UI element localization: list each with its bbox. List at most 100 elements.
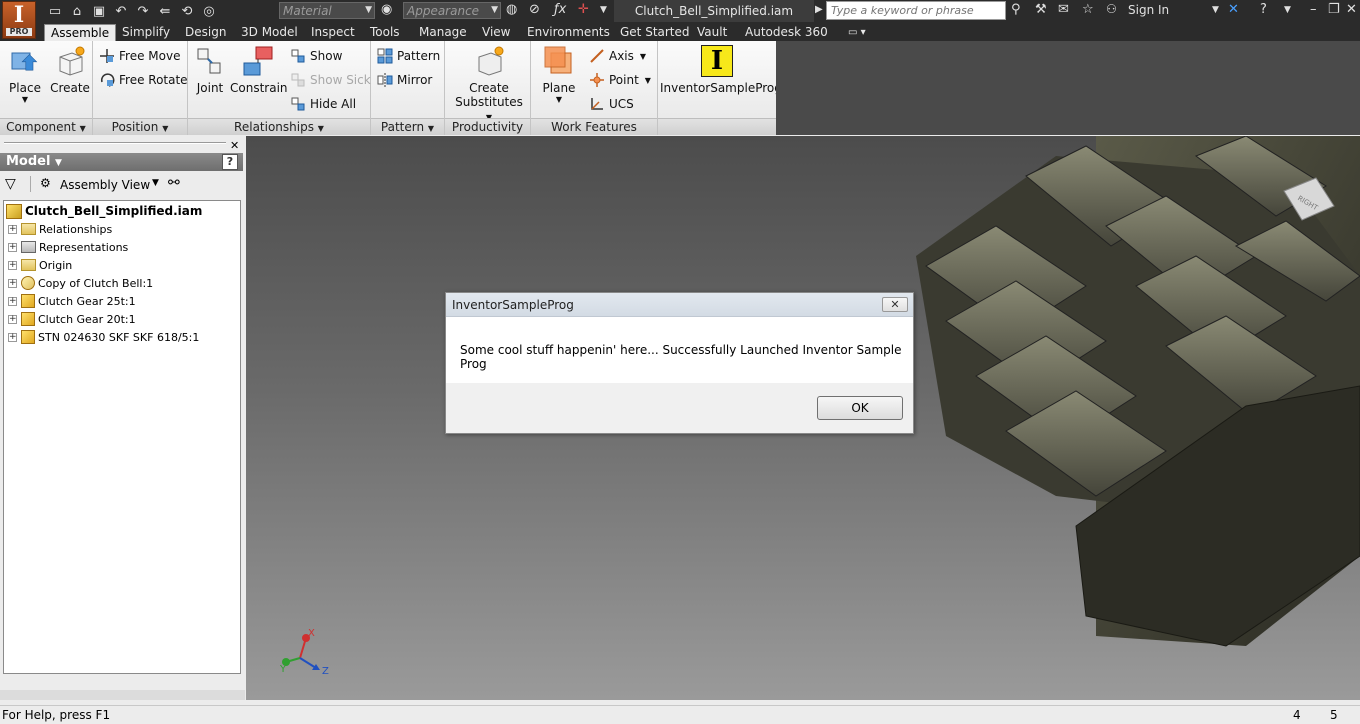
pattern-panel-title[interactable]: Pattern ▼ (371, 118, 444, 135)
parameters-fx-icon[interactable]: ƒx (554, 2, 566, 17)
save-icon[interactable]: ▣ (88, 2, 110, 20)
view-dropdown-icon[interactable]: ▼ (152, 178, 159, 188)
redo-icon[interactable]: ↷ (132, 2, 154, 20)
tab-view[interactable]: View (476, 24, 516, 41)
clear-appearance-icon[interactable]: ⊘ (529, 2, 540, 17)
constrain-button[interactable]: Constrain (230, 45, 288, 95)
productivity-panel-title[interactable]: Productivity (445, 118, 530, 135)
mirror-button[interactable]: Mirror (377, 71, 432, 89)
tab-simplify[interactable]: Simplify (116, 24, 176, 41)
axis-dropdown-icon: ▼ (639, 51, 647, 61)
tree-node-representations[interactable]: + Representations (8, 238, 128, 256)
binoculars-search-icon[interactable]: ⚲ (1011, 2, 1021, 17)
help-icon[interactable]: ? (1260, 2, 1267, 17)
axis-z-label: Z (322, 666, 329, 677)
tab-manage[interactable]: Manage (413, 24, 473, 41)
new-file-icon[interactable]: ▭ (44, 2, 66, 20)
point-button[interactable]: Point ▼ (589, 71, 651, 89)
ribbon: Place ▼ Create Component ▼ Free Move Fre… (0, 41, 782, 135)
browser-close-icon[interactable]: ✕ (230, 139, 239, 152)
browser-help-icon[interactable]: ? (222, 154, 238, 170)
tools-icon[interactable]: ⚒ (1035, 2, 1047, 17)
tab-environments[interactable]: Environments (521, 24, 616, 41)
ucs-button[interactable]: UCS (589, 95, 634, 113)
axis-button[interactable]: Axis ▼ (589, 47, 646, 65)
tree-node-relationships[interactable]: + Relationships (8, 220, 112, 238)
binoculars-find-icon[interactable]: ⚯ (168, 175, 180, 191)
create-label: Create (50, 81, 90, 95)
communication-icon[interactable]: ✉ (1058, 2, 1069, 17)
sign-in-dropdown-icon[interactable]: ▼ (1212, 5, 1219, 15)
tab-autodesk-360[interactable]: Autodesk 360 (739, 24, 834, 41)
joint-button[interactable]: Joint (192, 45, 228, 95)
tree-node-origin[interactable]: + Origin (8, 256, 72, 274)
tree-node-clutch-gear-20t[interactable]: + Clutch Gear 20t:1 (8, 310, 136, 328)
pattern-button[interactable]: Pattern (377, 47, 440, 65)
browser-grip[interactable] (4, 142, 226, 144)
expand-icon[interactable]: + (8, 278, 17, 288)
show-button[interactable]: Show (290, 47, 342, 65)
application-menu-button[interactable]: I PRO (2, 1, 36, 39)
expand-icon[interactable]: + (8, 314, 17, 324)
ok-button[interactable]: OK (817, 396, 903, 420)
component-panel-title-text: Component (6, 120, 76, 134)
close-window-icon[interactable]: ✕ (1346, 2, 1357, 17)
free-rotate-button[interactable]: Free Rotate (99, 71, 188, 89)
work-features-panel-title[interactable]: Work Features (531, 118, 657, 135)
help-search-input[interactable] (826, 1, 1006, 20)
place-button[interactable]: Place ▼ (6, 45, 44, 104)
update-icon[interactable]: ⟲ (176, 2, 198, 20)
filter-icon[interactable]: ▽ (5, 176, 16, 192)
expand-icon[interactable]: + (8, 260, 17, 270)
tree-node-copy-of-clutch-bell[interactable]: + Copy of Clutch Bell:1 (8, 274, 153, 292)
tab-tools[interactable]: Tools (364, 24, 406, 41)
return-icon[interactable]: ⇚ (154, 2, 176, 20)
expand-icon[interactable]: + (8, 332, 17, 342)
qat-customize-icon[interactable]: ▼ (600, 5, 607, 15)
tab-design[interactable]: Design (179, 24, 232, 41)
tree-node-stn-bearing[interactable]: + STN 024630 SKF SKF 618/5:1 (8, 328, 199, 346)
restore-window-icon[interactable]: ❐ (1328, 2, 1340, 17)
tree-node-label: STN 024630 SKF SKF 618/5:1 (38, 330, 200, 344)
tab-vault[interactable]: Vault (691, 24, 733, 41)
work-features-panel: Plane ▼ Axis ▼ Point ▼ UCS Work Features (531, 41, 658, 135)
help-dropdown-icon[interactable]: ▼ (1284, 5, 1291, 15)
tab-get-started[interactable]: Get Started (614, 24, 696, 41)
undo-icon[interactable]: ↶ (110, 2, 132, 20)
select-icon[interactable]: ◎ (198, 2, 220, 20)
create-substitutes-button[interactable]: Create Substitutes ▼ (451, 45, 527, 123)
tree-node-clutch-gear-25t[interactable]: + Clutch Gear 25t:1 (8, 292, 136, 310)
position-panel-title[interactable]: Position ▼ (93, 118, 187, 135)
tab-3d-model[interactable]: 3D Model (235, 24, 304, 41)
material-combo[interactable]: Material ▼ (279, 2, 375, 19)
exchange-apps-icon[interactable]: ✕ (1228, 2, 1239, 17)
component-panel-title[interactable]: Component ▼ (0, 118, 92, 135)
sign-in-link[interactable]: Sign In (1128, 3, 1169, 17)
create-button[interactable]: Create (50, 45, 90, 95)
minimize-window-icon[interactable]: – (1310, 2, 1317, 17)
show-sick-button: Show Sick (290, 71, 371, 89)
dialog-title-bar[interactable]: InventorSampleProg ✕ (446, 293, 913, 317)
appearance-combo[interactable]: Appearance ▼ (403, 2, 501, 19)
relationships-panel-title[interactable]: Relationships ▼ (188, 118, 370, 135)
expand-icon[interactable]: + (8, 296, 17, 306)
inventor-sample-prog-button[interactable]: I InventorSampleProg (660, 45, 782, 95)
origin-crosshair-icon[interactable]: ✛ (578, 2, 589, 17)
plane-button[interactable]: Plane ▼ (537, 45, 581, 104)
free-rotate-label: Free Rotate (119, 73, 188, 87)
free-move-button[interactable]: Free Move (99, 47, 180, 65)
favorites-star-icon[interactable]: ☆ (1082, 2, 1094, 17)
adjust-appearance-icon[interactable]: ◍ (506, 2, 517, 17)
tab-assemble[interactable]: Assemble (44, 24, 117, 41)
ribbon-display-toggle-icon[interactable]: ▭ ▾ (842, 24, 872, 41)
expand-icon[interactable]: + (8, 224, 17, 234)
info-center-arrow-icon[interactable]: ▶ (815, 4, 823, 15)
model-browser-header[interactable]: Model ▼ (0, 153, 243, 171)
open-file-icon[interactable]: ⌂ (66, 2, 88, 20)
assembly-view-dropdown[interactable]: Assembly View (60, 178, 150, 192)
tab-inspect[interactable]: Inspect (305, 24, 361, 41)
hide-all-button[interactable]: Hide All (290, 95, 356, 113)
expand-icon[interactable]: + (8, 242, 17, 252)
dialog-close-button[interactable]: ✕ (882, 297, 908, 312)
tree-root[interactable]: Clutch_Bell_Simplified.iam (6, 202, 202, 220)
